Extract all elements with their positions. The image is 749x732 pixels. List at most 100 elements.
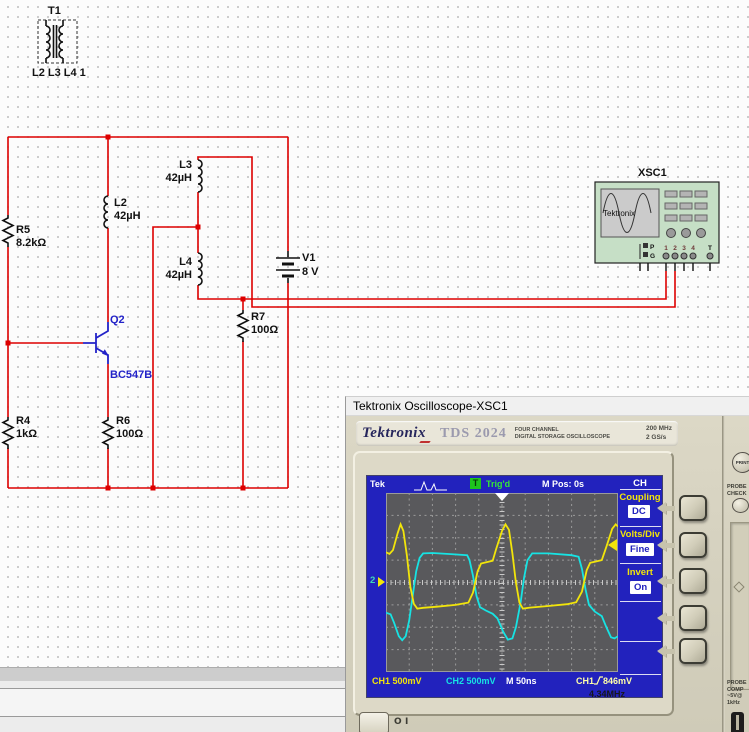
menu-invert-label: Invert [618, 567, 662, 578]
brand-logo: Tektronix [362, 425, 426, 442]
graticule [386, 493, 618, 672]
trigger-info: CH1846mV [576, 676, 632, 686]
graticule-overlays [386, 493, 618, 672]
lcd-screen: Tek T Trig'd M Pos: 0s [366, 475, 663, 698]
menu-voltsdiv-label: Volts/Div [618, 529, 662, 540]
xsc1-ref-label: XSC1 [638, 167, 667, 179]
q2-ref-label: Q2 [110, 314, 125, 326]
r4-ref-label: R4 [16, 415, 31, 427]
marker-position: M Pos: 0s [542, 479, 584, 489]
oscilloscope-window: Tektronix Oscilloscope-XSC1 Tektronix TD… [345, 396, 749, 732]
model-label: TDS 2024 [440, 426, 507, 442]
xsc1-pin-g-label: G [650, 253, 655, 260]
probe-check-label: PROBECHECK [727, 484, 747, 497]
window-title: Tektronix Oscilloscope-XSC1 [353, 399, 508, 413]
transistor-q2[interactable]: Q2 BC547B [83, 314, 152, 381]
target-icon [733, 581, 744, 592]
soft-menu-button-1[interactable] [679, 495, 707, 521]
l3-ref-label: L3 [179, 159, 192, 171]
l3-value-label: 42µH [165, 172, 192, 184]
inductor-l4[interactable]: L4 42µH [165, 253, 202, 285]
xsc1-knobs[interactable] [667, 229, 706, 238]
panel-crease [722, 416, 725, 732]
timebase: M 50ns [506, 676, 537, 686]
v1-value-label: 8 V [302, 266, 319, 278]
menu-invert-value[interactable]: On [630, 581, 651, 594]
probe-check-button[interactable] [732, 498, 749, 513]
xsc1-pin-1-label: 1 [664, 245, 668, 252]
window-titlebar[interactable]: Tektronix Oscilloscope-XSC1 [346, 397, 749, 416]
menu-coupling-value[interactable]: DC [628, 505, 650, 518]
resistor-r5[interactable]: R5 8.2kΩ [3, 215, 46, 249]
menu-voltsdiv-value[interactable]: Fine [626, 543, 654, 556]
battery-v1[interactable]: V1 8 V [276, 251, 319, 283]
l4-ref-label: L4 [179, 256, 193, 268]
ch2-marker-label: 2 [370, 575, 375, 586]
model-description: FOUR CHANNELDIGITAL STORAGE OSCILLOSCOPE [515, 427, 610, 441]
xsc1-pin-3-label: 3 [682, 245, 686, 252]
tek-label: Tek [370, 479, 385, 489]
r4-value-label: 1kΩ [16, 428, 37, 440]
menu-arrow-5 [657, 645, 677, 657]
menu-arrow-2 [657, 539, 677, 551]
v1-ref-label: V1 [302, 252, 315, 264]
trigger-level-arrow[interactable] [608, 539, 617, 551]
resistor-r6[interactable]: R6 100Ω [103, 415, 143, 449]
t1-ref-label: T1 [48, 5, 61, 17]
ch2-marker-arrow [378, 577, 385, 587]
r7-value-label: 100Ω [251, 324, 278, 336]
q2-value-label: BC547B [110, 369, 152, 381]
brand-strip: Tektronix TDS 2024 FOUR CHANNELDIGITAL S… [356, 421, 678, 446]
r6-ref-label: R6 [116, 415, 130, 427]
probe-comp-label: PROBE COMP ~5V@ 1kHz [727, 680, 747, 706]
soft-menu-button-2[interactable] [679, 532, 707, 558]
transformer-t1[interactable]: T1 L2 L3 L4 1 [32, 5, 86, 79]
menu-title: CH [618, 478, 662, 489]
multisim-workspace: T1 L2 L3 L4 1 R5 8.2kΩ R4 1kΩ [0, 0, 749, 732]
xsc1-brand-label: Tektronix [603, 209, 635, 218]
xsc1-pin-p-label: P [650, 244, 655, 251]
trigger-status: Trig'd [486, 479, 510, 489]
side-recess-panel [730, 522, 749, 690]
menu-arrow-3 [657, 575, 677, 587]
r6-value-label: 100Ω [116, 428, 143, 440]
r5-ref-label: R5 [16, 224, 30, 236]
power-on-symbol: I [405, 717, 408, 727]
instrument-front-panel: Tektronix TDS 2024 FOUR CHANNELDIGITAL S… [346, 416, 749, 732]
screen-bezel: Tek T Trig'd M Pos: 0s [353, 451, 674, 716]
oscilloscope-icon-xsc1[interactable]: XSC1 Tektronix P G 1 2 3 4 T [595, 167, 719, 271]
probe-comp-connector[interactable] [731, 712, 744, 732]
inductor-l2[interactable]: L2 42µH [104, 196, 141, 228]
xsc1-buttons[interactable] [665, 191, 707, 221]
l2-ref-label: L2 [114, 197, 127, 209]
soft-menu-button-3[interactable] [679, 568, 707, 594]
acquisition-icon [413, 480, 449, 492]
ch2-scale: CH2 500mV [446, 676, 496, 686]
power-off-symbol: O [394, 717, 402, 727]
soft-menu-button-5[interactable] [679, 638, 707, 664]
xsc1-pin-stubs [640, 263, 710, 271]
inductor-l3[interactable]: L3 42µH [165, 159, 202, 192]
xsc1-pin-2-label: 2 [673, 245, 677, 252]
menu-coupling-label: Coupling [618, 492, 662, 503]
print-button[interactable]: PRINT [732, 452, 749, 473]
ch1-scale: CH1 500mV [372, 676, 422, 686]
r5-value-label: 8.2kΩ [16, 237, 46, 249]
xsc1-pin-t-label: T [708, 245, 712, 252]
resistor-r7[interactable]: R7 100Ω [238, 310, 278, 342]
menu-arrow-4 [657, 612, 677, 624]
soft-menu-button-4[interactable] [679, 605, 707, 631]
power-button[interactable] [359, 712, 389, 732]
l2-value-label: 42µH [114, 210, 141, 222]
resistor-r4[interactable]: R4 1kΩ [3, 415, 37, 449]
menu-arrow-1 [657, 502, 677, 514]
xsc1-pin-4-label: 4 [691, 245, 695, 252]
trigger-position-arrow[interactable] [495, 493, 509, 501]
trigger-badge: T [470, 478, 481, 489]
l4-value-label: 42µH [165, 269, 192, 281]
bandwidth-spec: 200 MHz2 GS/s [646, 425, 672, 441]
rising-edge-icon [594, 676, 603, 685]
t1-pins-label: L2 L3 L4 1 [32, 67, 86, 79]
trigger-frequency: 4.34MHz [589, 689, 625, 698]
r7-ref-label: R7 [251, 311, 265, 323]
